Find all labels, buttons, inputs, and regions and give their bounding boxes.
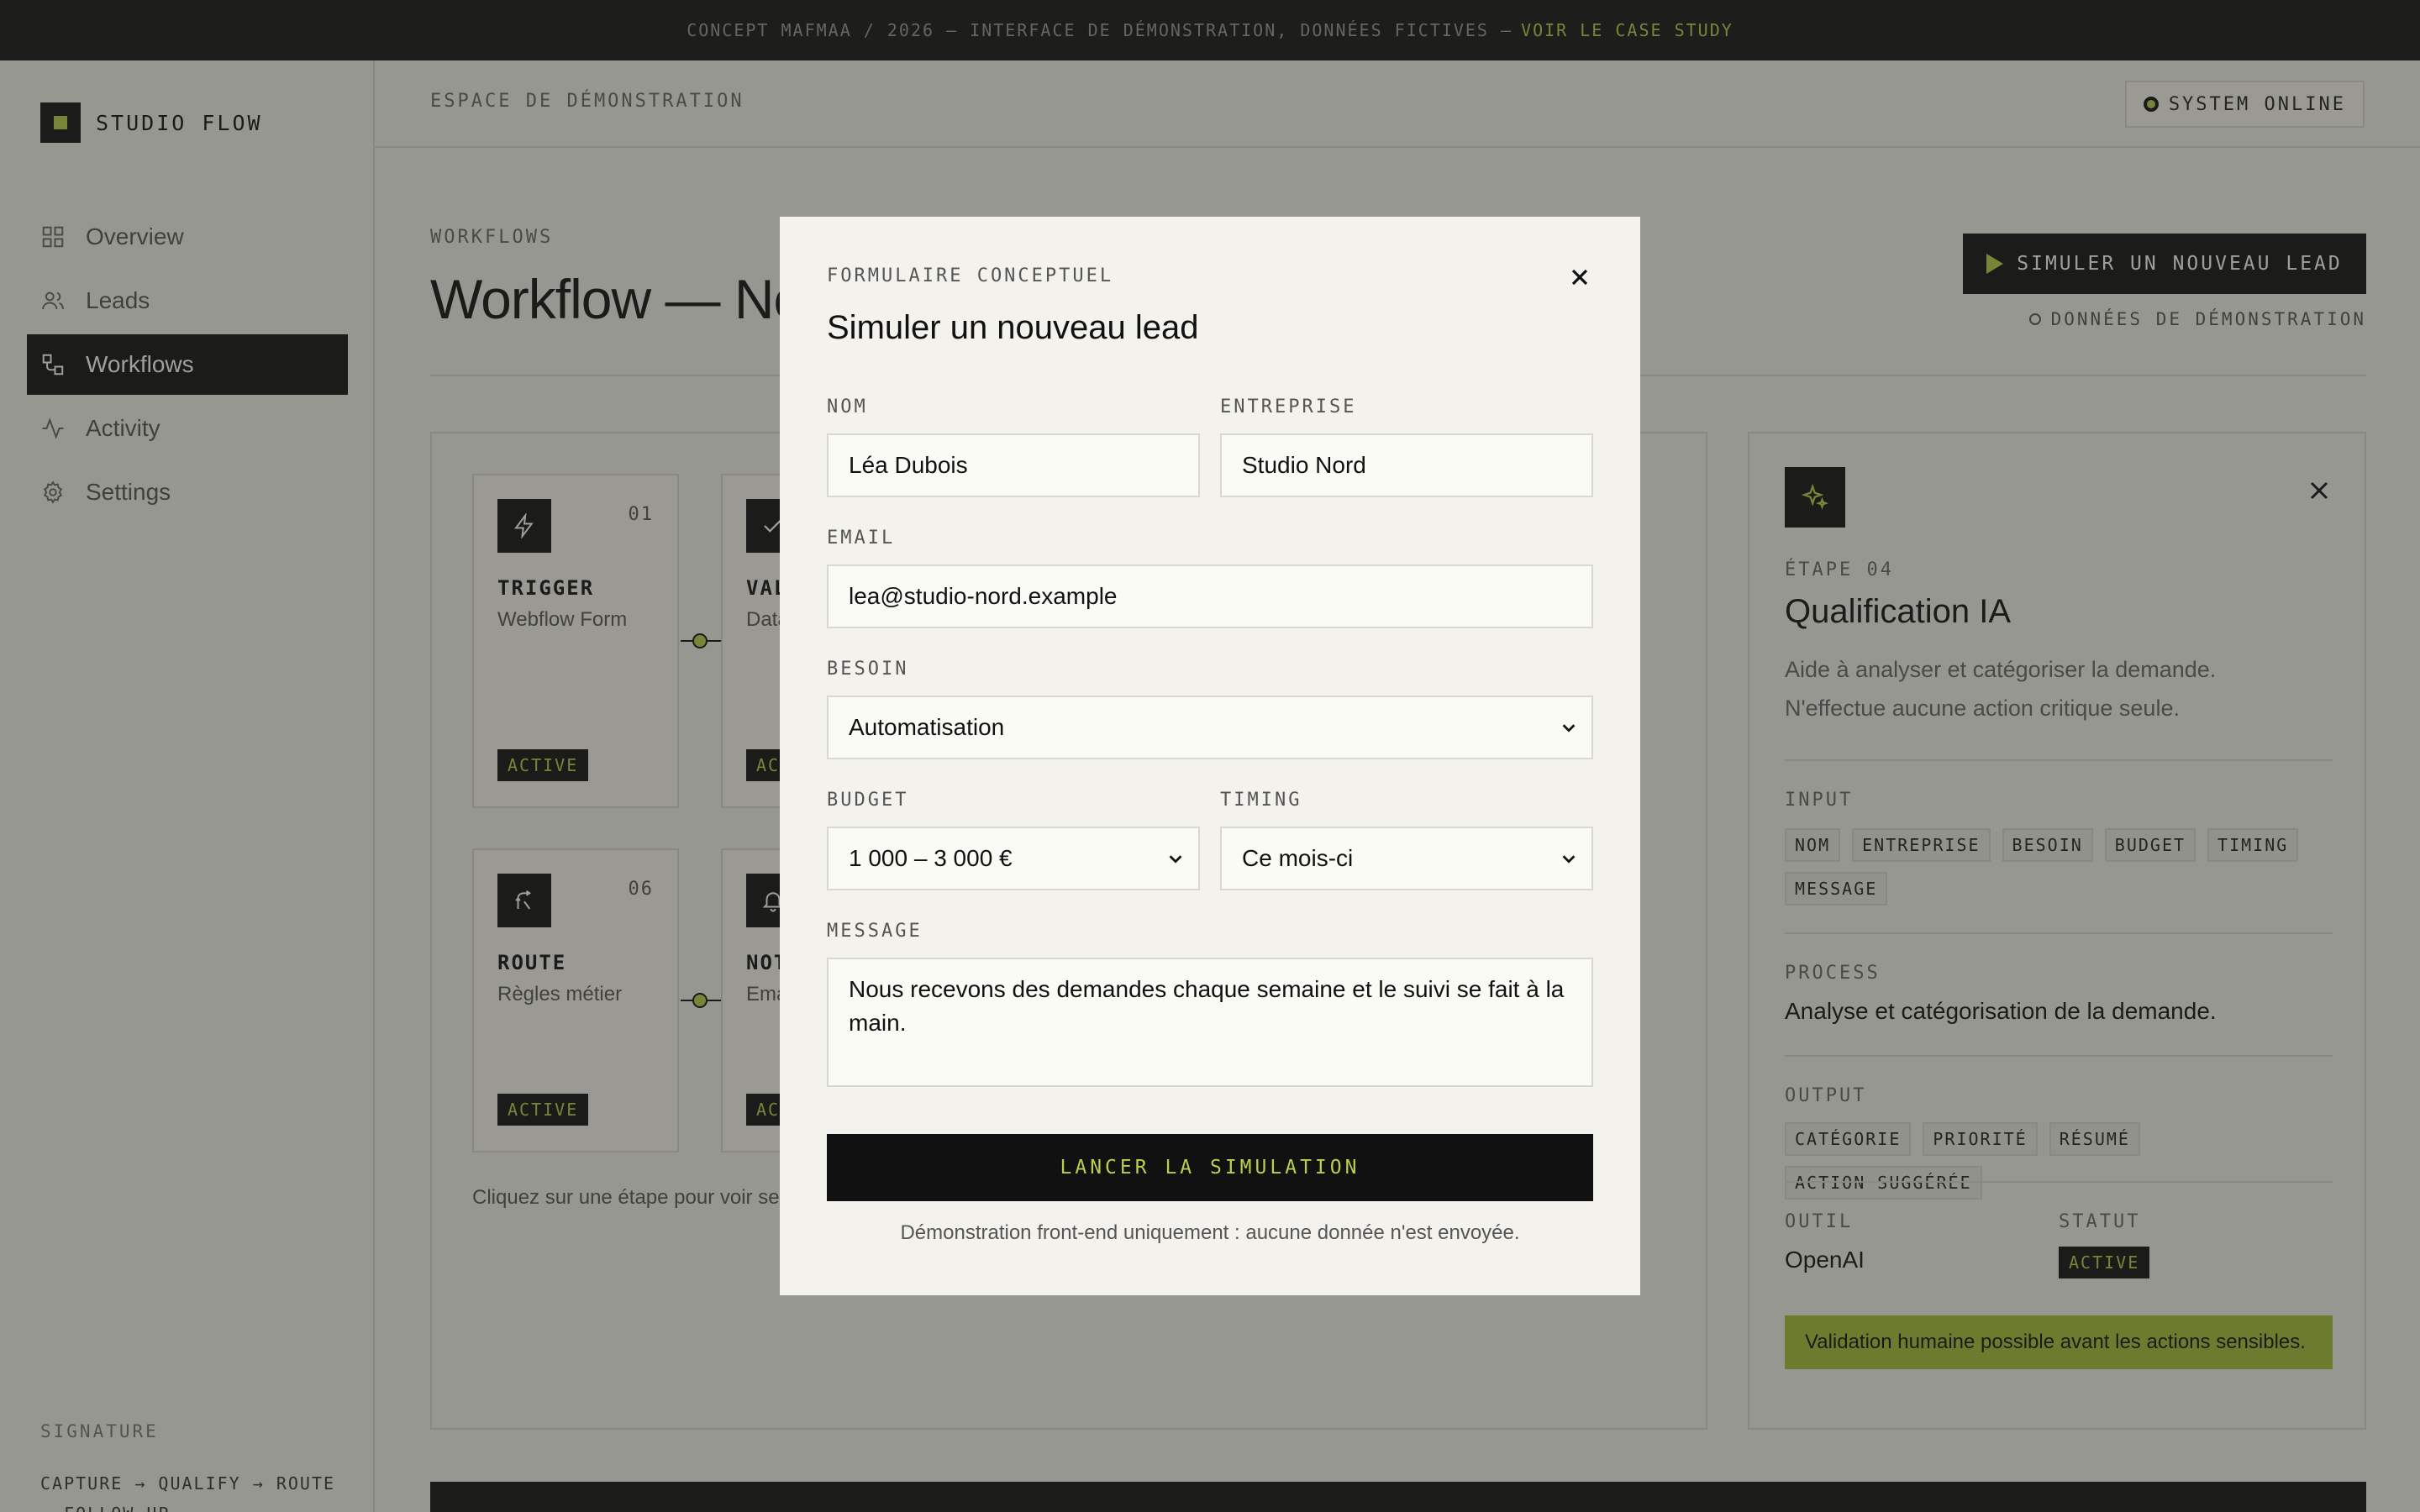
budget-selected-value: 1 000 – 3 000 € <box>849 845 1013 871</box>
modal-kicker: FORMULAIRE CONCEPTUEL <box>827 265 1114 286</box>
besoin-selected-value: Automatisation <box>849 714 1005 740</box>
email-label: EMAIL <box>827 528 896 549</box>
chevron-down-icon <box>1562 855 1576 864</box>
timing-label: TIMING <box>1220 790 1302 811</box>
budget-select[interactable]: 1 000 – 3 000 € <box>827 827 1200 890</box>
nom-label: NOM <box>827 396 868 417</box>
modal-footnote: Démonstration front-end uniquement : auc… <box>900 1221 1520 1244</box>
nom-input[interactable]: Léa Dubois <box>827 433 1200 497</box>
besoin-select[interactable]: Automatisation <box>827 696 1593 759</box>
entreprise-input[interactable]: Studio Nord <box>1220 433 1593 497</box>
launch-simulation-button[interactable]: LANCER LA SIMULATION <box>827 1134 1593 1201</box>
besoin-label: BESOIN <box>827 659 909 680</box>
close-icon[interactable] <box>1566 264 1593 291</box>
modal-title: Simuler un nouveau lead <box>827 309 1199 346</box>
message-label: MESSAGE <box>827 921 923 942</box>
chevron-down-icon <box>1169 855 1182 864</box>
simulate-lead-modal: FORMULAIRE CONCEPTUEL Simuler un nouveau… <box>780 217 1640 1295</box>
timing-selected-value: Ce mois-ci <box>1242 845 1354 871</box>
message-textarea[interactable]: Nous recevons des demandes chaque semain… <box>827 958 1593 1087</box>
chevron-down-icon <box>1562 724 1576 732</box>
entreprise-label: ENTREPRISE <box>1220 396 1357 417</box>
email-field[interactable]: lea@studio-nord.example <box>827 564 1593 628</box>
budget-label: BUDGET <box>827 790 909 811</box>
timing-select[interactable]: Ce mois-ci <box>1220 827 1593 890</box>
